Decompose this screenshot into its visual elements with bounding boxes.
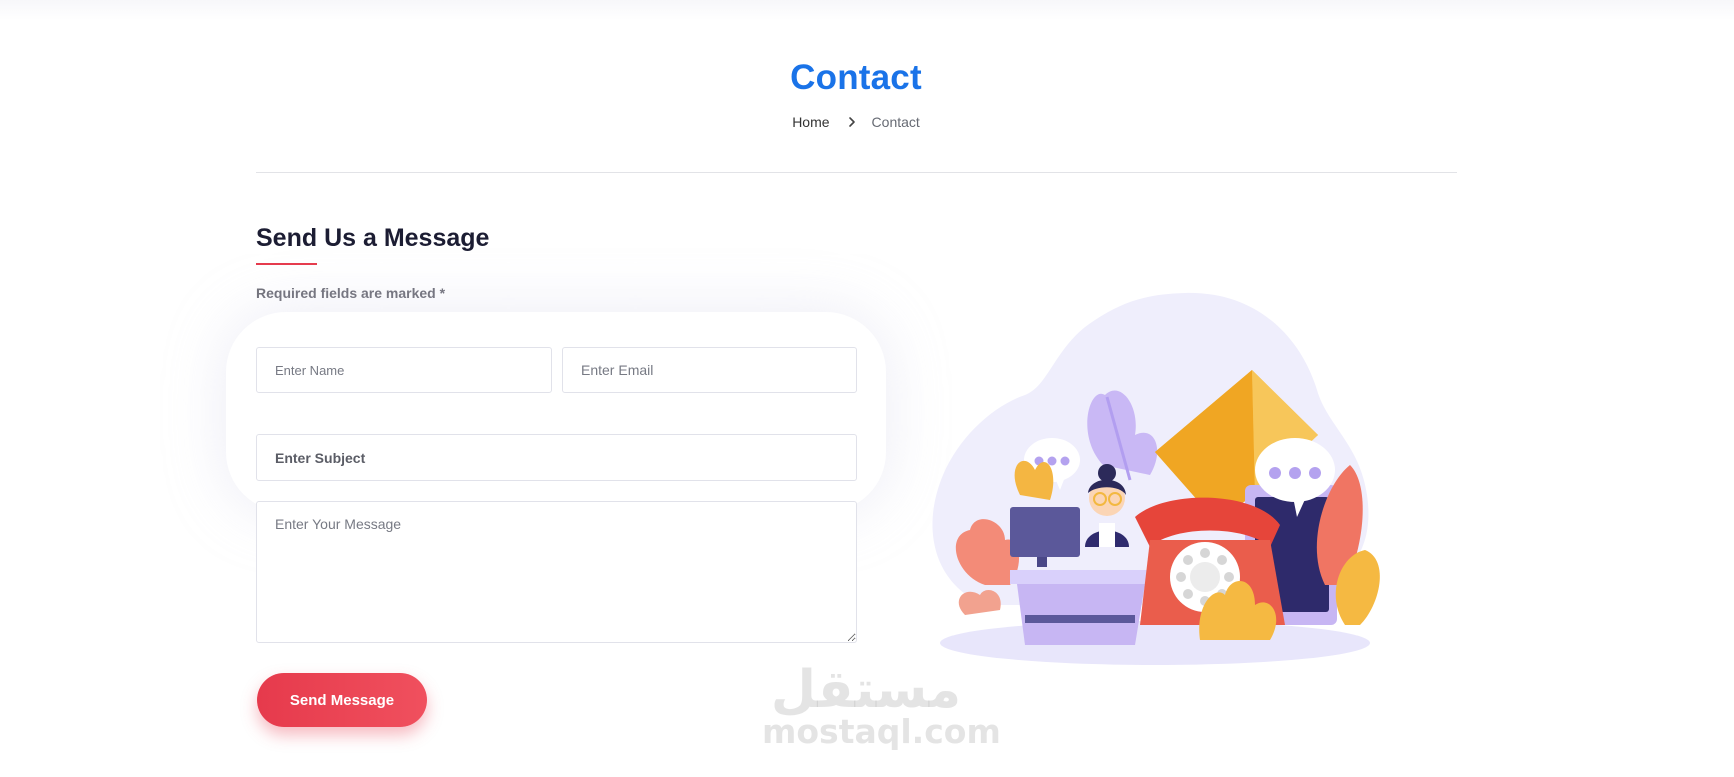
page-title: Contact bbox=[790, 58, 922, 97]
chevron-right-icon bbox=[848, 117, 855, 127]
breadcrumb-current: Contact bbox=[871, 114, 920, 130]
email-input[interactable] bbox=[562, 347, 857, 393]
breadcrumb-home-link[interactable]: Home bbox=[792, 114, 829, 130]
subject-input[interactable] bbox=[256, 434, 857, 481]
required-fields-note: Required fields are marked * bbox=[256, 285, 446, 301]
header-divider bbox=[256, 172, 1457, 173]
form-title: Send Us a Message bbox=[256, 224, 490, 252]
breadcrumb: Home Contact bbox=[0, 114, 1712, 130]
desk-icon bbox=[1010, 570, 1150, 645]
message-textarea[interactable] bbox=[256, 501, 857, 643]
contact-support-illustration bbox=[932, 292, 1380, 665]
name-input[interactable] bbox=[256, 347, 552, 393]
form-title-underline bbox=[256, 263, 317, 265]
watermark-latin-text: mostaql.com bbox=[762, 712, 1001, 751]
illustration-ground bbox=[940, 621, 1370, 665]
form-glow bbox=[226, 312, 886, 512]
send-message-button[interactable]: Send Message bbox=[257, 673, 427, 727]
top-header-strip bbox=[0, 0, 1734, 20]
